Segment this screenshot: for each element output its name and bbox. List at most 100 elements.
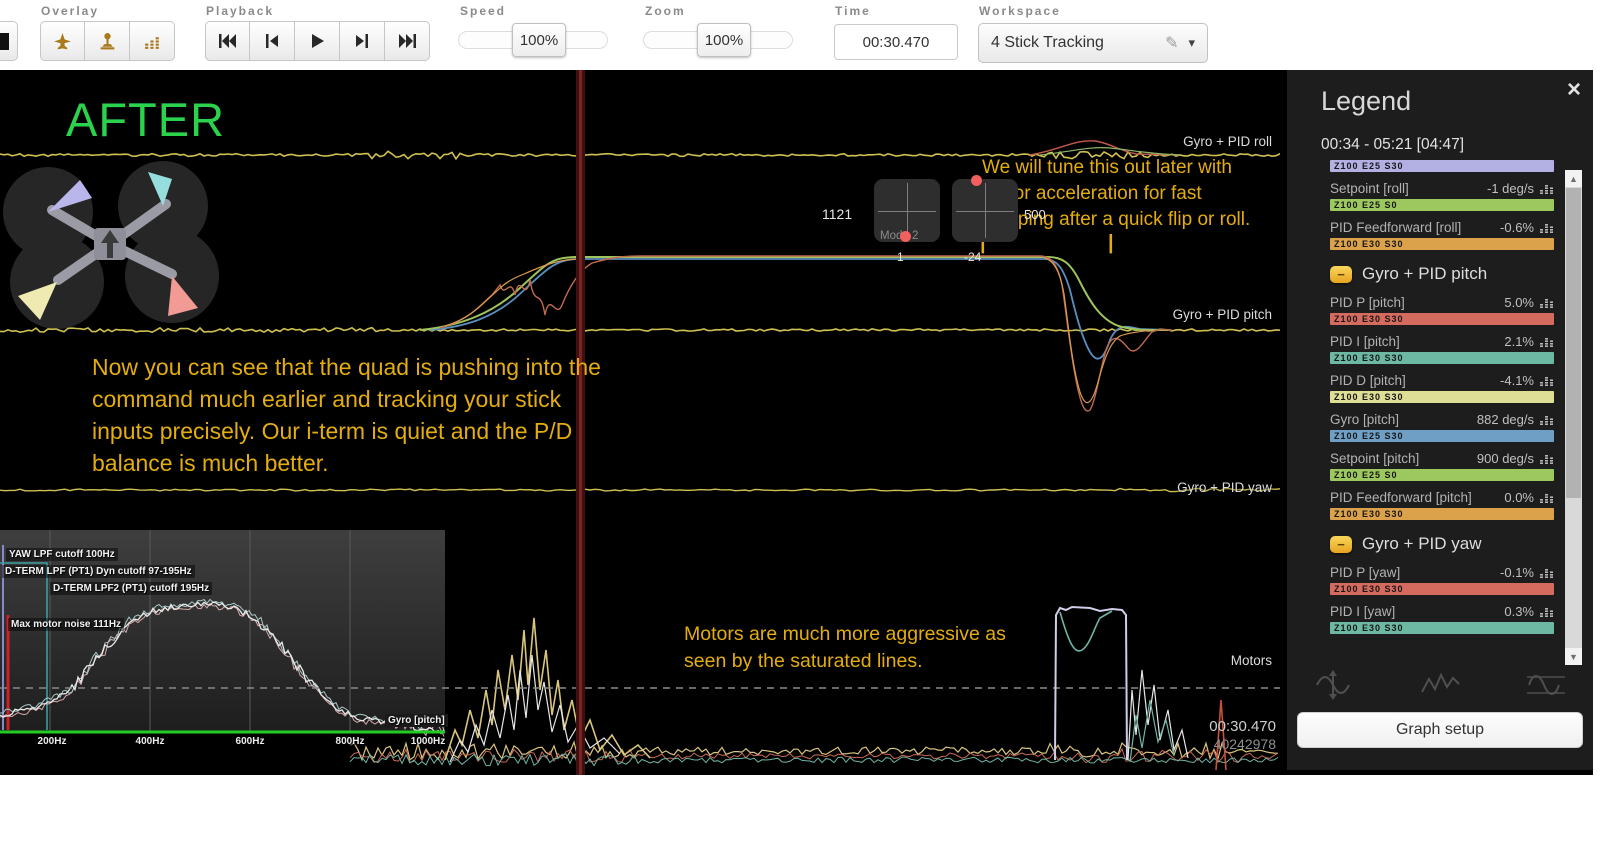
sticks-overlay-button[interactable]	[85, 21, 130, 61]
top-toolbar: Overlay	[0, 0, 1600, 70]
spectrum-axis-600: 600Hz	[236, 736, 265, 747]
legend-item-color-bar[interactable]: Z100 E30 S30	[1330, 238, 1554, 250]
annotation-tick-right: |	[1108, 232, 1114, 255]
legend-item-value: -4.1%	[1500, 373, 1534, 388]
legend-item-color-bar[interactable]: Z100 E30 S30	[1330, 622, 1554, 634]
after-annotation: AFTER	[66, 92, 225, 147]
collapse-icon[interactable]: −	[1330, 266, 1352, 283]
expand-graph-icon[interactable]	[1312, 670, 1354, 700]
legend-item[interactable]: Setpoint [roll] -1 deg/s Z100 E25 S0	[1330, 180, 1554, 211]
legend-item-label: Setpoint [roll]	[1330, 181, 1409, 196]
log-icon	[0, 33, 9, 50]
legend-item-color-bar[interactable]: Z100 E30 S30	[1330, 352, 1554, 364]
histogram-icon[interactable]	[1540, 296, 1554, 308]
legend-item-color-bar[interactable]: Z100 E30 S30	[1330, 508, 1554, 520]
legend-item-value: -1 deg/s	[1487, 181, 1534, 196]
stick-roll-value: -24	[964, 250, 981, 264]
legend-group-header[interactable]: − Gyro + PID yaw	[1330, 534, 1554, 554]
frame-back-button[interactable]	[250, 21, 295, 61]
legend-scrollbar[interactable]: ▲ ▼	[1565, 170, 1582, 665]
scroll-down-button[interactable]: ▼	[1565, 648, 1582, 665]
legend-item[interactable]: Gyro [pitch] 882 deg/s Z100 E25 S30	[1330, 411, 1554, 442]
overlay-button-group	[40, 21, 175, 61]
right-stick-box	[952, 179, 1018, 242]
zoom-slider-handle[interactable]: 100%	[697, 23, 751, 57]
workspace-label: Workspace	[979, 4, 1061, 18]
legend-item[interactable]: PID Feedforward [pitch] 0.0% Z100 E30 S3…	[1330, 489, 1554, 520]
jump-end-button[interactable]	[385, 21, 430, 61]
legend-item-field-settings: Z100 E30 S30	[1330, 584, 1404, 594]
legend-item-label: PID I [pitch]	[1330, 334, 1400, 349]
analyser-overlay-button[interactable]	[130, 21, 175, 61]
histogram-icon[interactable]	[1540, 605, 1554, 617]
legend-item-color-bar[interactable]: Z100 E25 S0	[1330, 199, 1554, 211]
collapse-icon[interactable]: −	[1330, 536, 1352, 553]
legend-item[interactable]: PID P [yaw] -0.1% Z100 E30 S30	[1330, 564, 1554, 595]
legend-item-color-bar[interactable]: Z100 E30 S30	[1330, 313, 1554, 325]
spectrum-label-dterm-lpf2: D-TERM LPF2 (PT1) cutoff 195Hz	[50, 582, 212, 595]
legend-item-color-bar[interactable]: Z100 E25 S0	[1330, 469, 1554, 481]
histogram-icon[interactable]	[1540, 491, 1554, 503]
partial-button[interactable]	[0, 21, 18, 61]
craft-overlay-button[interactable]	[40, 21, 85, 61]
edit-pencil-icon[interactable]: ✎	[1165, 33, 1178, 53]
jump-start-button[interactable]	[205, 21, 250, 61]
frame-forward-button[interactable]	[340, 21, 385, 61]
raw-trace-icon[interactable]	[1419, 670, 1461, 700]
graph-setup-button[interactable]: Graph setup	[1297, 712, 1583, 748]
smoothed-trace-icon[interactable]	[1525, 670, 1567, 700]
legend-item-value: -0.6%	[1500, 220, 1534, 235]
legend-item[interactable]: PID I [pitch] 2.1% Z100 E30 S30	[1330, 333, 1554, 364]
legend-item-label: Gyro [pitch]	[1330, 412, 1399, 427]
spectrum-bars-icon	[143, 32, 162, 51]
legend-item-field-settings: Z100 E25 S30	[1330, 431, 1404, 441]
legend-panel: Legend × 00:34 - 05:21 [04:47] Z100 E25 …	[1287, 70, 1593, 770]
legend-item[interactable]: PID I [yaw] 0.3% Z100 E30 S30	[1330, 603, 1554, 634]
legend-time-range: 00:34 - 05:21 [04:47]	[1321, 136, 1464, 154]
legend-item-color-bar[interactable]: Z100 E30 S30	[1330, 583, 1554, 595]
spectrum-axis-200: 200Hz	[38, 736, 67, 747]
graph-label-yaw: Gyro + PID yaw	[1020, 480, 1272, 495]
chart-background: AFTER Gyro + PID roll Gyro + PID pitch G…	[0, 70, 1593, 775]
playback-button-group	[205, 21, 430, 61]
legend-item-color-bar[interactable]: Z100 E30 S30	[1330, 391, 1554, 403]
legend-item-label: PID P [pitch]	[1330, 295, 1405, 310]
legend-item[interactable]: PID Feedforward [roll] -0.6% Z100 E30 S3…	[1330, 219, 1554, 250]
legend-item[interactable]: PID D [pitch] -4.1% Z100 E30 S30	[1330, 372, 1554, 403]
workspace-select[interactable]: 4 Stick Tracking ✎ ▾	[978, 23, 1208, 63]
histogram-icon[interactable]	[1540, 413, 1554, 425]
spectrum-trace-label: Gyro [pitch]	[385, 714, 448, 727]
scroll-up-button[interactable]: ▲	[1565, 170, 1582, 187]
legend-tools	[1312, 670, 1567, 700]
legend-item-field-settings: Z100 E30 S30	[1330, 314, 1404, 324]
legend-item-color-bar[interactable]: Z100 E25 S30	[1330, 430, 1554, 442]
legend-item-value: 882 deg/s	[1477, 412, 1534, 427]
close-icon[interactable]: ×	[1567, 76, 1581, 104]
workspace-value: 4 Stick Tracking	[991, 34, 1104, 52]
speed-slider-handle[interactable]: 100%	[512, 23, 566, 57]
legend-item-label: PID I [yaw]	[1330, 604, 1395, 619]
chevron-down-icon[interactable]: ▾	[1188, 35, 1195, 51]
play-button[interactable]	[295, 21, 340, 61]
legend-item[interactable]: PID P [pitch] 5.0% Z100 E30 S30	[1330, 294, 1554, 325]
legend-item-partial[interactable]: Z100 E25 S30	[1330, 160, 1554, 172]
spectrum-label-motor-noise: Max motor noise 111Hz	[8, 618, 124, 631]
legend-title: Legend	[1321, 86, 1411, 117]
histogram-icon[interactable]	[1540, 221, 1554, 233]
histogram-icon[interactable]	[1540, 374, 1554, 386]
legend-item-value: 2.1%	[1504, 334, 1534, 349]
histogram-icon[interactable]	[1540, 335, 1554, 347]
scrollbar-handle[interactable]	[1566, 188, 1581, 498]
time-input[interactable]: 00:30.470	[834, 24, 958, 60]
legend-group-header[interactable]: − Gyro + PID pitch	[1330, 264, 1554, 284]
left-stick-dot	[900, 231, 911, 242]
histogram-icon[interactable]	[1540, 566, 1554, 578]
legend-item-field-settings: Z100 E30 S30	[1330, 392, 1404, 402]
histogram-icon[interactable]	[1540, 452, 1554, 464]
legend-item[interactable]: Setpoint [pitch] 900 deg/s Z100 E25 S0	[1330, 450, 1554, 481]
histogram-icon[interactable]	[1540, 182, 1554, 194]
log-graph-area[interactable]: AFTER Gyro + PID roll Gyro + PID pitch G…	[0, 70, 1280, 775]
legend-item-color-bar[interactable]: Z100 E25 S30	[1330, 160, 1554, 172]
legend-group-label: Gyro + PID yaw	[1362, 534, 1482, 554]
spectrum-axis-400: 400Hz	[136, 736, 165, 747]
